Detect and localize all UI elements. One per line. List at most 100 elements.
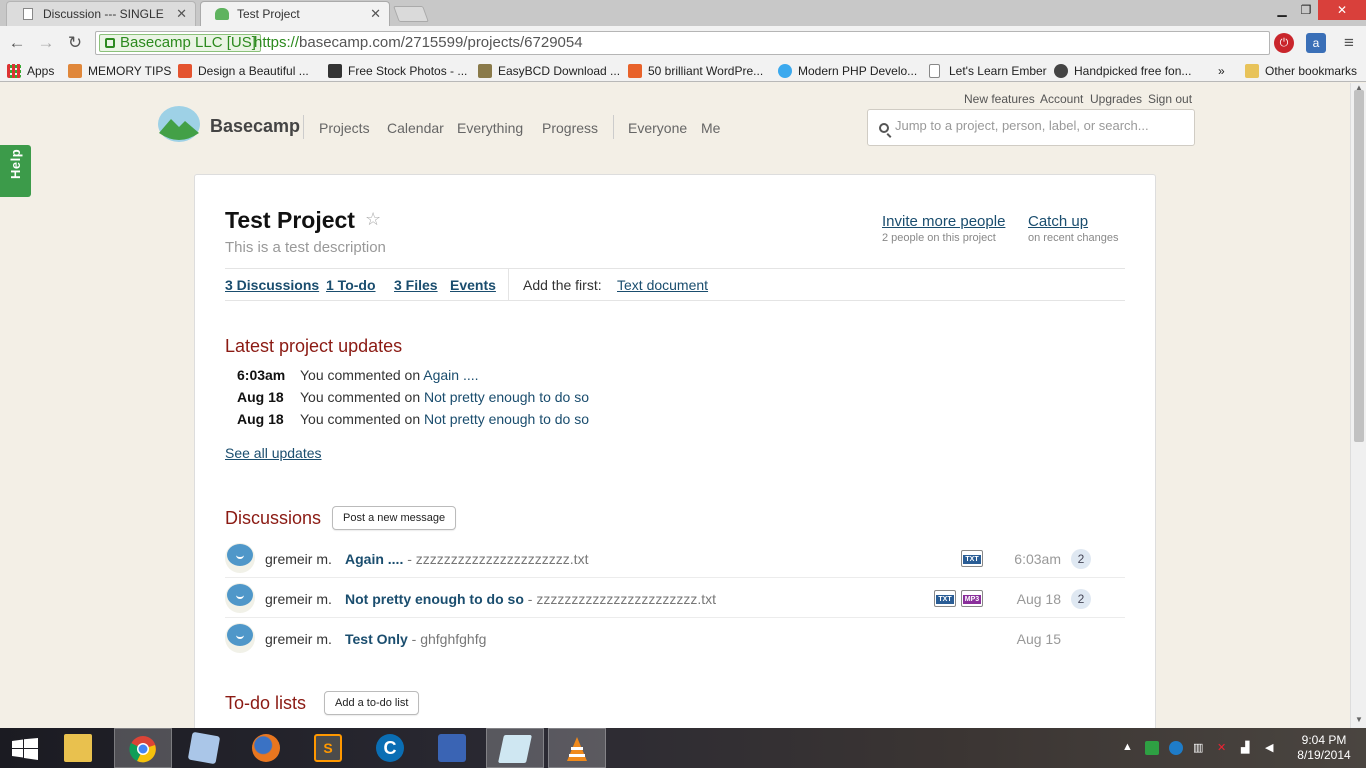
scroll-down-icon[interactable]: ▼ bbox=[1355, 715, 1363, 724]
show-hidden-icons-icon[interactable]: ▲ bbox=[1122, 741, 1136, 755]
discussion-link[interactable]: Again .... bbox=[345, 551, 403, 567]
taskbar-vlc[interactable] bbox=[548, 728, 606, 768]
menu-icon[interactable]: ≡ bbox=[1338, 32, 1360, 54]
nav-progress[interactable]: Progress bbox=[542, 120, 598, 136]
new-features-link[interactable]: New features bbox=[964, 92, 1035, 106]
discussion-link[interactable]: Not pretty enough to do so bbox=[345, 591, 524, 607]
bookmark-label: MEMORY TIPS bbox=[88, 64, 172, 78]
discussion-row[interactable]: gremeir m. Again .... - zzzzzzzzzzzzzzzz… bbox=[225, 538, 1125, 578]
taskbar-firefox[interactable] bbox=[238, 728, 296, 768]
bookmark-free-stock-photos[interactable]: Free Stock Photos - ... bbox=[328, 62, 467, 80]
extension-icon[interactable]: a bbox=[1306, 33, 1326, 53]
bookmark-brilliant-wordpress[interactable]: 50 brilliant WordPre... bbox=[628, 62, 763, 80]
post-new-message-button[interactable]: Post a new message bbox=[332, 506, 457, 530]
bookmark-modern-php[interactable]: Modern PHP Develo... bbox=[778, 62, 917, 80]
restore-icon[interactable]: ❐ bbox=[1294, 0, 1318, 20]
close-tab-icon[interactable]: ✕ bbox=[176, 2, 187, 26]
taskbar-virtualbox[interactable] bbox=[176, 728, 234, 768]
url-text[interactable]: https://basecamp.com/2715599/projects/67… bbox=[254, 34, 583, 51]
mp3-file-icon[interactable]: MP3 bbox=[961, 590, 983, 607]
bookmark-other-bookmarks[interactable]: Other bookmarks bbox=[1245, 62, 1357, 80]
text-document-link[interactable]: Text document bbox=[617, 277, 708, 293]
page-scrollbar[interactable]: ▲ ▼ bbox=[1350, 83, 1366, 728]
address-bar[interactable]: Basecamp LLC [US] https://basecamp.com/2… bbox=[95, 31, 1270, 55]
taskbar-sublime[interactable]: S bbox=[300, 728, 358, 768]
basecamp-favicon-icon bbox=[215, 8, 229, 20]
bookmark-handpicked-fonts[interactable]: Handpicked free fon... bbox=[1054, 62, 1191, 80]
url-path: basecamp.com/2715599/projects/6729054 bbox=[299, 34, 583, 51]
close-tab-icon[interactable]: ✕ bbox=[370, 2, 381, 26]
invite-more-people-link[interactable]: Invite more people bbox=[882, 213, 1005, 230]
vlc-cone-icon bbox=[567, 737, 587, 761]
bookmark-label: Free Stock Photos - ... bbox=[348, 64, 468, 78]
txt-file-icon[interactable]: TXT bbox=[934, 590, 956, 607]
discussion-row[interactable]: gremeir m. Test Only - ghfghfghfg Aug 15 bbox=[225, 618, 1125, 658]
nav-everything[interactable]: Everything bbox=[457, 120, 523, 136]
bookmark-lets-learn-ember[interactable]: Let's Learn Ember bbox=[929, 62, 1047, 80]
tray-app-icon[interactable] bbox=[1145, 741, 1159, 755]
nav-calendar[interactable]: Calendar bbox=[387, 120, 444, 136]
search-input[interactable] bbox=[895, 118, 1185, 133]
catch-up-link[interactable]: Catch up bbox=[1028, 213, 1088, 230]
action-center-icon[interactable]: ✕ bbox=[1217, 741, 1231, 755]
window-close-icon[interactable]: ✕ bbox=[1318, 0, 1366, 20]
see-all-updates-link[interactable]: See all updates bbox=[225, 445, 322, 461]
update-link[interactable]: Not pretty enough to do so bbox=[424, 389, 589, 405]
account-link[interactable]: Account bbox=[1040, 92, 1083, 106]
nav-me[interactable]: Me bbox=[701, 120, 720, 136]
update-link[interactable]: Not pretty enough to do so bbox=[424, 411, 589, 427]
start-button[interactable] bbox=[0, 728, 50, 768]
bookmark-label: Modern PHP Develo... bbox=[798, 64, 918, 78]
avatar bbox=[225, 583, 255, 613]
taskbar-chrome[interactable] bbox=[114, 728, 172, 768]
bookmarks-overflow-chevron[interactable]: » bbox=[1200, 62, 1225, 80]
add-todo-list-button[interactable]: Add a to-do list bbox=[324, 691, 420, 715]
security-badge[interactable]: Basecamp LLC [US] bbox=[99, 34, 261, 52]
taskbar-network-tool[interactable] bbox=[424, 728, 482, 768]
basecamp-logo-icon[interactable] bbox=[157, 105, 201, 143]
brand-name[interactable]: Basecamp bbox=[210, 116, 300, 137]
files-count-link[interactable]: 3 Files bbox=[394, 277, 438, 293]
sign-out-link[interactable]: Sign out bbox=[1148, 92, 1192, 106]
discussions-count-link[interactable]: 3 Discussions bbox=[225, 277, 319, 293]
bookmark-design-beautiful[interactable]: Design a Beautiful ... bbox=[178, 62, 309, 80]
adblock-icon[interactable]: ⏻ bbox=[1274, 33, 1294, 53]
upgrades-link[interactable]: Upgrades bbox=[1090, 92, 1142, 106]
update-time: 6:03am bbox=[237, 367, 286, 383]
star-icon[interactable]: ☆ bbox=[365, 209, 381, 230]
back-icon[interactable]: ← bbox=[6, 32, 28, 54]
notepad-icon bbox=[498, 735, 532, 763]
comment-count-badge[interactable]: 2 bbox=[1071, 589, 1091, 609]
bookmark-memory-tips[interactable]: MEMORY TIPS bbox=[68, 62, 171, 80]
discussion-link[interactable]: Test Only bbox=[345, 631, 408, 647]
taskbar-notepad[interactable] bbox=[486, 728, 544, 768]
tray-app-icon[interactable]: ▥ bbox=[1193, 741, 1207, 755]
avatar bbox=[225, 543, 255, 573]
bookmark-favicon-icon bbox=[178, 64, 192, 78]
minimize-icon[interactable]: ▁ bbox=[1270, 0, 1294, 20]
search-box[interactable] bbox=[867, 109, 1195, 146]
events-link[interactable]: Events bbox=[450, 277, 496, 293]
bookmark-apps[interactable]: Apps bbox=[7, 62, 54, 80]
taskbar-file-explorer[interactable] bbox=[50, 728, 108, 768]
new-tab-button[interactable] bbox=[393, 6, 429, 22]
bookmark-easybcd[interactable]: EasyBCD Download ... bbox=[478, 62, 620, 80]
nav-everyone[interactable]: Everyone bbox=[628, 120, 687, 136]
tab-test-project[interactable]: Test Project ✕ bbox=[200, 1, 390, 26]
network-signal-icon[interactable]: ▟ bbox=[1241, 741, 1255, 755]
comment-count-badge[interactable]: 2 bbox=[1071, 549, 1091, 569]
tray-app-icon[interactable] bbox=[1169, 741, 1183, 755]
volume-icon[interactable]: ◀ bbox=[1265, 741, 1279, 755]
nav-projects[interactable]: Projects bbox=[319, 120, 370, 136]
tab-discussion-single[interactable]: Discussion --- SINGLE ✕ bbox=[6, 1, 196, 26]
help-tab[interactable]: Help bbox=[0, 145, 31, 197]
update-link[interactable]: Again .... bbox=[423, 367, 478, 383]
discussion-row[interactable]: gremeir m. Not pretty enough to do so - … bbox=[225, 578, 1125, 618]
txt-file-icon[interactable]: TXT bbox=[961, 550, 983, 567]
forward-icon[interactable]: → bbox=[35, 32, 57, 54]
taskbar-app[interactable]: C bbox=[362, 728, 420, 768]
taskbar-clock[interactable]: 9:04 PM 8/19/2014 bbox=[1296, 733, 1352, 763]
todo-count-link[interactable]: 1 To-do bbox=[326, 277, 376, 293]
scrollbar-thumb[interactable] bbox=[1354, 90, 1364, 442]
reload-icon[interactable]: ↻ bbox=[64, 32, 86, 54]
